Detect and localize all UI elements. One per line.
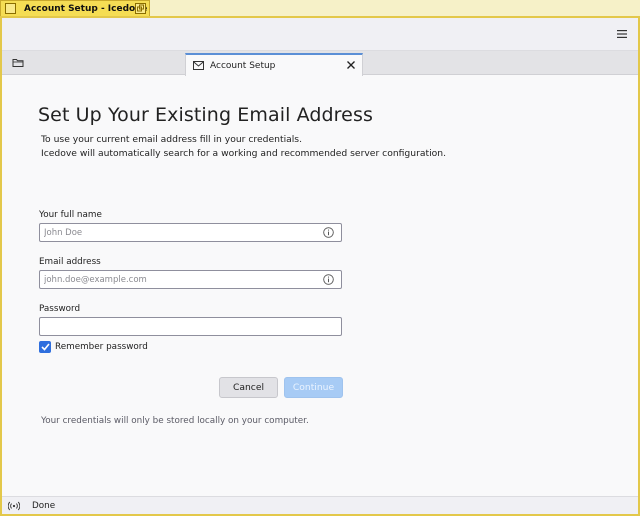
remember-password-checkbox[interactable]: [39, 341, 51, 353]
status-bar: Done: [2, 496, 638, 514]
remember-password-label: Remember password: [55, 342, 148, 352]
email-input[interactable]: [40, 271, 310, 288]
window-title: Account Setup - Icedove: [24, 3, 148, 14]
online-status-icon[interactable]: [8, 501, 20, 511]
intro-text: To use your current email address fill i…: [41, 133, 446, 161]
account-setup-page: Set Up Your Existing Email Address To us…: [2, 76, 638, 496]
hamburger-menu-icon[interactable]: [616, 29, 628, 39]
envelope-icon: [193, 61, 204, 70]
tab-label: Account Setup: [210, 60, 276, 71]
app-window: Account Setup Set Up Your Existing Email…: [0, 16, 640, 516]
continue-button[interactable]: Continue: [284, 377, 343, 398]
email-label: Email address: [39, 257, 101, 267]
tab-account-setup[interactable]: Account Setup: [185, 53, 363, 76]
remember-password-row[interactable]: Remember password: [39, 341, 148, 353]
info-icon[interactable]: [323, 227, 334, 238]
password-label: Password: [39, 304, 81, 314]
tab-bar: Account Setup: [2, 51, 638, 76]
full-name-field[interactable]: [39, 223, 342, 242]
window-title-tab[interactable]: Account Setup - Icedove: [0, 0, 150, 16]
window-restore-icon[interactable]: [135, 3, 146, 14]
info-icon[interactable]: [323, 274, 334, 285]
full-name-label: Your full name: [39, 210, 102, 220]
intro-line-1: To use your current email address fill i…: [41, 134, 303, 145]
email-field[interactable]: [39, 270, 342, 289]
toolbar: [2, 18, 638, 51]
cancel-button[interactable]: Cancel: [219, 377, 278, 398]
credentials-note: Your credentials will only be stored loc…: [41, 416, 309, 426]
page-title: Set Up Your Existing Email Address: [38, 104, 373, 126]
password-field[interactable]: [39, 317, 342, 336]
close-icon[interactable]: [346, 60, 356, 70]
window-app-icon[interactable]: [5, 3, 16, 14]
folder-icon[interactable]: [12, 57, 24, 68]
status-text: Done: [32, 500, 56, 511]
full-name-input[interactable]: [40, 224, 310, 241]
intro-line-2: Icedove will automatically search for a …: [41, 148, 447, 159]
password-input[interactable]: [40, 318, 310, 335]
checkmark-icon: [40, 343, 50, 351]
